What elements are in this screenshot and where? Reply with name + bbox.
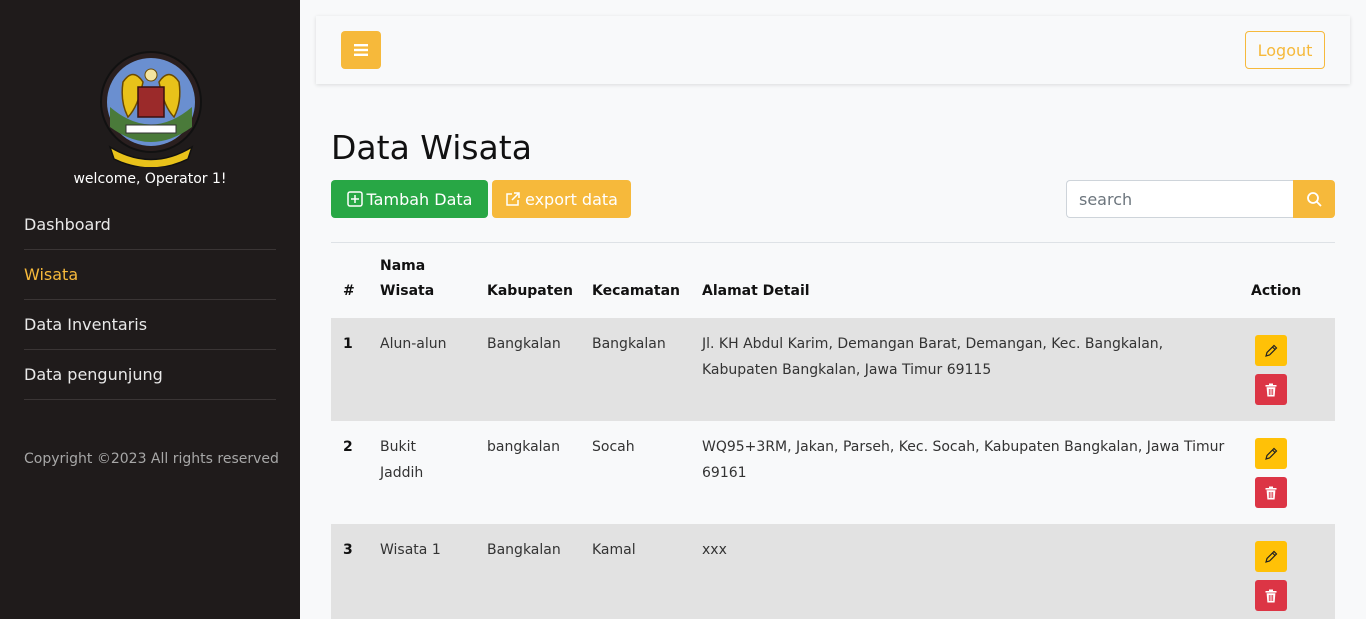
trash-icon bbox=[1265, 383, 1277, 396]
topbar: Logout bbox=[316, 16, 1350, 84]
sidebar-item-data-pengunjung[interactable]: Data pengunjung bbox=[24, 350, 276, 400]
row-alamat-line-1: WQ95+3RM, Jakan, Parseh, Kec. Socah, Kab… bbox=[702, 439, 1225, 455]
delete-button[interactable] bbox=[1255, 374, 1287, 405]
header-number: # bbox=[343, 283, 355, 299]
trash-icon bbox=[1265, 589, 1277, 602]
sidebar-item-wisata[interactable]: Wisata bbox=[24, 250, 276, 300]
pencil-icon bbox=[1265, 550, 1278, 563]
search-button[interactable] bbox=[1293, 180, 1335, 218]
row-number: 3 bbox=[343, 542, 353, 558]
row-nama-line-1: Bukit bbox=[380, 439, 416, 455]
page-title: Data Wisata bbox=[331, 128, 532, 167]
row-number: 2 bbox=[343, 439, 353, 455]
row-nama-line-2: Jaddih bbox=[380, 465, 424, 481]
row-kabupaten: Bangkalan bbox=[487, 336, 561, 352]
row-number: 1 bbox=[343, 336, 353, 352]
row-nama-wisata: Bukit Jaddih bbox=[380, 434, 423, 486]
wisata-table: # Nama Wisata Kabupaten Kecamatan Alamat… bbox=[331, 243, 1335, 619]
row-alamat-line-1: Jl. KH Abdul Karim, Demangan Barat, Dema… bbox=[702, 336, 1164, 352]
header-action: Action bbox=[1251, 283, 1302, 299]
plus-square-icon bbox=[346, 191, 363, 207]
export-data-button[interactable]: export data bbox=[492, 180, 631, 218]
header-nama-line-1: Nama bbox=[380, 258, 426, 274]
search-icon bbox=[1307, 192, 1322, 207]
row-alamat-detail: xxx bbox=[702, 537, 727, 563]
table-row: 1 Alun-alun Bangkalan Bangkalan Jl. KH A… bbox=[331, 318, 1335, 421]
row-kabupaten: Bangkalan bbox=[487, 542, 561, 558]
row-kecamatan: Socah bbox=[592, 439, 635, 455]
add-data-label: Tambah Data bbox=[366, 189, 473, 209]
header-kecamatan: Kecamatan bbox=[592, 283, 680, 299]
edit-button[interactable] bbox=[1255, 541, 1287, 572]
table-row: 2 Bukit Jaddih bangkalan Socah WQ95+3RM,… bbox=[331, 421, 1335, 524]
row-nama-line-1: Wisata 1 bbox=[380, 542, 441, 558]
row-alamat-line-2: 69161 bbox=[702, 465, 747, 481]
header-kabupaten: Kabupaten bbox=[487, 283, 573, 299]
hamburger-icon bbox=[354, 44, 368, 56]
header-nama-line-2: Wisata bbox=[380, 283, 435, 299]
row-nama-line-1: Alun-alun bbox=[380, 336, 447, 352]
header-alamat-detail: Alamat Detail bbox=[702, 283, 810, 299]
edit-button[interactable] bbox=[1255, 438, 1287, 469]
row-alamat-line-1: xxx bbox=[702, 542, 727, 558]
row-kabupaten: bangkalan bbox=[487, 439, 561, 455]
row-alamat-detail: WQ95+3RM, Jakan, Parseh, Kec. Socah, Kab… bbox=[702, 434, 1224, 486]
row-kecamatan: Bangkalan bbox=[592, 336, 666, 352]
pencil-icon bbox=[1265, 447, 1278, 460]
copyright-text: Copyright ©2023 All rights reserved bbox=[24, 451, 279, 467]
row-nama-wisata: Wisata 1 bbox=[380, 537, 441, 563]
welcome-text: welcome, Operator 1! bbox=[73, 171, 227, 187]
logout-button[interactable]: Logout bbox=[1245, 31, 1325, 69]
row-alamat-detail: Jl. KH Abdul Karim, Demangan Barat, Dema… bbox=[702, 331, 1163, 383]
delete-button[interactable] bbox=[1255, 580, 1287, 611]
pencil-icon bbox=[1265, 344, 1278, 357]
delete-button[interactable] bbox=[1255, 477, 1287, 508]
table-header: # Nama Wisata Kabupaten Kecamatan Alamat… bbox=[331, 243, 1335, 318]
search-input[interactable] bbox=[1066, 180, 1294, 218]
sidebar-nav: Dashboard Wisata Data Inventaris Data pe… bbox=[24, 200, 276, 400]
trash-icon bbox=[1265, 486, 1277, 499]
add-data-button[interactable]: Tambah Data bbox=[331, 180, 488, 218]
edit-button[interactable] bbox=[1255, 335, 1287, 366]
sidebar-item-dashboard[interactable]: Dashboard bbox=[24, 200, 276, 250]
row-alamat-line-2: Kabupaten Bangkalan, Jawa Timur 69115 bbox=[702, 362, 992, 378]
header-nama-wisata: Nama Wisata bbox=[380, 254, 434, 304]
external-link-icon bbox=[506, 192, 520, 206]
table-row: 3 Wisata 1 Bangkalan Kamal xxx bbox=[331, 524, 1335, 619]
row-nama-wisata: Alun-alun bbox=[380, 331, 446, 357]
bangkalan-logo bbox=[98, 47, 204, 169]
sidebar: welcome, Operator 1! Dashboard Wisata Da… bbox=[0, 0, 300, 619]
export-data-label: export data bbox=[525, 189, 618, 209]
sidebar-item-data-inventaris[interactable]: Data Inventaris bbox=[24, 300, 276, 350]
menu-toggle-button[interactable] bbox=[341, 31, 381, 69]
row-kecamatan: Kamal bbox=[592, 542, 636, 558]
